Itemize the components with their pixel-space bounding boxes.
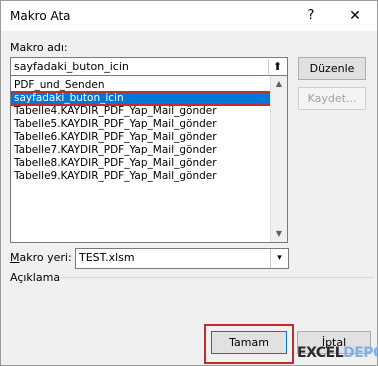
help-icon[interactable]: ? [299,5,323,27]
edit-button[interactable]: Düzenle [298,57,366,80]
list-scrollbar[interactable]: ▲ ▼ [270,76,287,242]
record-button[interactable]: Kaydet... [298,87,366,110]
description-label: Açıklama [10,271,61,284]
macros-in-label: Makro yeri: [10,251,72,264]
description-divider [61,277,374,278]
macro-list[interactable]: PDF_und_Senden sayfadaki_buton_icin Tabe… [10,75,288,243]
chevron-down-icon[interactable]: ▾ [270,249,288,268]
macros-in-value: TEST.xlsm [79,251,135,264]
collapse-dialog-icon[interactable]: ⬆ [268,59,286,74]
watermark-part2: DEPO [343,345,378,361]
macros-in-select[interactable]: TEST.xlsm ▾ [75,248,289,269]
scroll-down-icon[interactable]: ▼ [271,226,287,242]
title-bar: Makro Ata ? ✕ [1,1,377,31]
list-item[interactable]: PDF_und_Senden [11,79,272,92]
macro-name-input[interactable]: sayfadaki_buton_icin ⬆ [10,57,288,77]
macros-in-label-rest: akro yeri: [19,251,72,264]
watermark-part1: EXCEL [297,345,344,361]
list-item[interactable]: Tabelle4.KAYDIR_PDF_Yap_Mail_gönder [11,105,272,118]
close-icon[interactable]: ✕ [341,5,369,27]
list-item[interactable]: Tabelle6.KAYDIR_PDF_Yap_Mail_gönder [11,131,272,144]
macro-name-label: Makro adı: [10,41,68,54]
ok-button[interactable]: Tamam [211,331,287,354]
macro-name-value: sayfadaki_buton_icin [14,60,129,73]
watermark-logo: EXCELDEPO [297,345,378,361]
assign-macro-dialog: Makro Ata ? ✕ Makro adı: sayfadaki_buton… [0,0,378,366]
list-item-selected[interactable]: sayfadaki_buton_icin [11,91,273,106]
scroll-up-icon[interactable]: ▲ [271,76,287,92]
list-item[interactable]: Tabelle9.KAYDIR_PDF_Yap_Mail_gönder [11,170,272,183]
list-item[interactable]: Tabelle5.KAYDIR_PDF_Yap_Mail_gönder [11,118,272,131]
list-item[interactable]: Tabelle7.KAYDIR_PDF_Yap_Mail_gönder [11,144,272,157]
dialog-title: Makro Ata [10,9,71,23]
list-item[interactable]: Tabelle8.KAYDIR_PDF_Yap_Mail_gönder [11,157,272,170]
